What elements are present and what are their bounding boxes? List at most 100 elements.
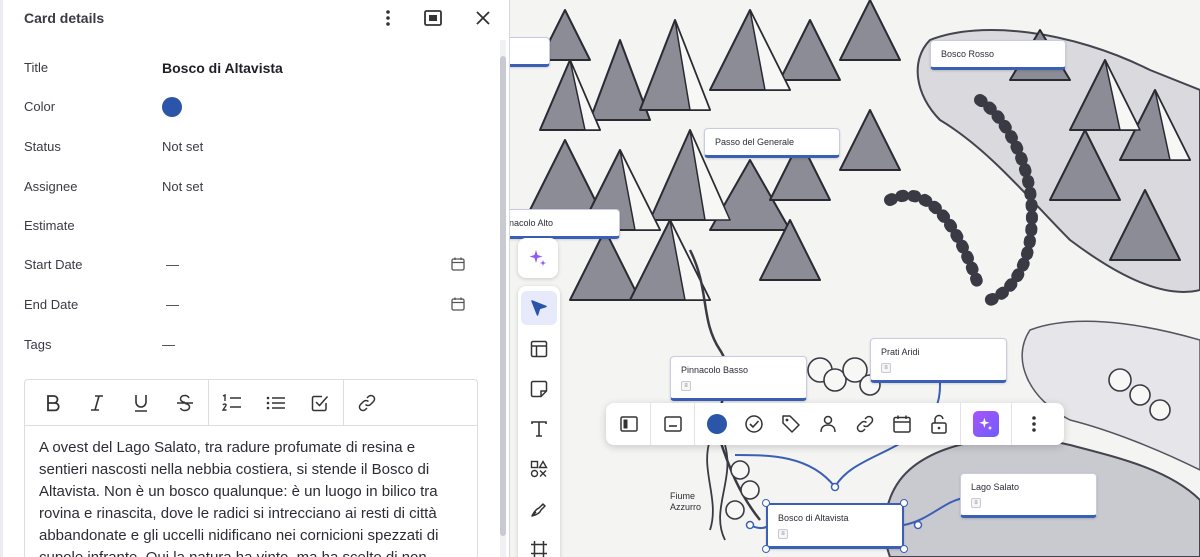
bullet-list-button[interactable] bbox=[254, 385, 298, 421]
close-button[interactable] bbox=[470, 6, 496, 30]
end-date-row[interactable]: End Date — bbox=[24, 291, 474, 319]
card-title: Lago Salato bbox=[971, 482, 1020, 492]
frame-tool[interactable] bbox=[521, 532, 557, 557]
description-text[interactable]: A ovest del Lago Salato, tra radure prof… bbox=[25, 426, 477, 557]
toolbar-divider bbox=[650, 403, 651, 445]
calendar-icon[interactable] bbox=[450, 296, 466, 312]
card-details-panel: Card details Title Bosco di Altavista Co… bbox=[0, 0, 510, 557]
person-icon bbox=[819, 415, 836, 433]
fantasy-map bbox=[529, 0, 1200, 557]
shapes-icon bbox=[530, 460, 548, 478]
tag-button[interactable] bbox=[772, 406, 809, 442]
lock-button[interactable] bbox=[920, 406, 957, 442]
shapes-tool[interactable] bbox=[521, 452, 557, 486]
estimate-row[interactable]: Estimate bbox=[24, 212, 474, 240]
color-swatch[interactable] bbox=[162, 97, 182, 117]
map-card-pinnacolo-basso[interactable]: Pinnacolo Basso ≡ bbox=[670, 356, 807, 401]
panel-title: Card details bbox=[24, 10, 105, 26]
description-icon: ≡ bbox=[778, 529, 788, 539]
sticky-note-tool[interactable] bbox=[521, 372, 557, 406]
title-row[interactable]: Title Bosco di Altavista bbox=[24, 54, 474, 82]
status-row[interactable]: Status Not set bbox=[24, 133, 474, 161]
sparkle-icon bbox=[979, 417, 993, 431]
ai-assistant-button[interactable] bbox=[518, 238, 558, 278]
select-tool[interactable] bbox=[521, 291, 557, 325]
pen-tool[interactable] bbox=[521, 492, 557, 526]
numbered-list-icon bbox=[222, 393, 241, 411]
tool-sidebar bbox=[518, 286, 560, 557]
cursor-arrow-icon bbox=[531, 300, 547, 316]
assignee-value[interactable]: Not set bbox=[162, 179, 203, 194]
map-card-bosco-rosso[interactable]: Bosco Rosso bbox=[930, 40, 1066, 70]
map-card-partial[interactable] bbox=[510, 37, 550, 67]
assignee-row[interactable]: Assignee Not set bbox=[24, 173, 474, 201]
bold-button[interactable] bbox=[31, 385, 75, 421]
italic-icon bbox=[91, 394, 103, 411]
text-tool[interactable] bbox=[521, 412, 557, 446]
map-card-lago-salato[interactable]: Lago Salato ≡ bbox=[960, 473, 1097, 518]
status-value[interactable]: Not set bbox=[162, 139, 203, 154]
description-editor[interactable]: A ovest del Lago Salato, tra radure prof… bbox=[24, 379, 478, 557]
estimate-label: Estimate bbox=[24, 218, 75, 233]
status-button[interactable] bbox=[735, 406, 772, 442]
calendar-icon[interactable] bbox=[450, 256, 466, 272]
card-title: nacolo Alto bbox=[510, 218, 554, 228]
numbered-list-button[interactable] bbox=[210, 385, 254, 421]
card-title: Bosco Rosso bbox=[941, 49, 995, 59]
unlock-icon bbox=[930, 414, 947, 434]
checklist-button[interactable] bbox=[298, 385, 342, 421]
more-options-button[interactable] bbox=[375, 6, 401, 30]
resize-handle[interactable] bbox=[762, 499, 770, 507]
end-date-value[interactable]: — bbox=[166, 297, 179, 312]
panel-view-icon bbox=[424, 10, 442, 26]
color-picker-button[interactable] bbox=[698, 406, 735, 442]
toggle-view-button[interactable] bbox=[420, 6, 446, 30]
map-card-prati-aridi[interactable]: Prati Aridi ≡ bbox=[870, 338, 1007, 383]
sparkle-icon bbox=[529, 250, 546, 266]
end-date-label: End Date bbox=[24, 297, 79, 312]
resize-handle[interactable] bbox=[900, 545, 908, 553]
map-card-passo-del-generale[interactable]: Passo del Generale bbox=[704, 128, 840, 158]
color-dot-icon bbox=[706, 414, 727, 434]
bullet-list-icon bbox=[266, 396, 285, 409]
more-options-button[interactable] bbox=[1015, 406, 1052, 442]
start-date-row[interactable]: Start Date — bbox=[24, 251, 474, 279]
link-icon bbox=[856, 415, 873, 433]
river-label-line1: Fiume bbox=[670, 491, 696, 501]
toolbar-divider bbox=[208, 379, 209, 426]
date-button[interactable] bbox=[883, 406, 920, 442]
resize-handle[interactable] bbox=[762, 545, 770, 553]
panel-scrollbar-thumb[interactable] bbox=[500, 56, 506, 536]
italic-button[interactable] bbox=[75, 385, 119, 421]
underline-button[interactable] bbox=[119, 385, 163, 421]
tags-label: Tags bbox=[24, 337, 52, 352]
map-canvas[interactable]: Bosco Rosso Passo del Generale nacolo Al… bbox=[510, 0, 1200, 557]
calendar-icon bbox=[892, 415, 911, 433]
tags-row[interactable]: Tags — bbox=[24, 331, 474, 359]
resize-handle[interactable] bbox=[900, 499, 908, 507]
open-card-button[interactable] bbox=[610, 406, 647, 442]
start-date-value[interactable]: — bbox=[166, 257, 179, 272]
strikethrough-icon bbox=[177, 394, 193, 411]
map-card-pinnacolo-alto[interactable]: nacolo Alto bbox=[510, 209, 620, 239]
toolbar-divider bbox=[960, 403, 961, 445]
title-value[interactable]: Bosco di Altavista bbox=[162, 60, 283, 76]
layout-tool[interactable] bbox=[521, 332, 557, 366]
editor-toolbar bbox=[25, 379, 477, 426]
ai-actions-button[interactable] bbox=[964, 406, 1008, 442]
assignee-label: Assignee bbox=[24, 179, 78, 194]
ai-badge bbox=[973, 411, 999, 437]
assignee-button[interactable] bbox=[809, 406, 846, 442]
checkbox-icon bbox=[311, 395, 329, 411]
river-label-line2: Azzurro bbox=[670, 502, 702, 512]
tags-value[interactable]: — bbox=[162, 337, 175, 352]
strikethrough-button[interactable] bbox=[163, 385, 207, 421]
map-card-bosco-di-altavista[interactable]: Bosco di Altavista ≡ bbox=[766, 503, 904, 549]
side-panel-icon bbox=[619, 416, 638, 432]
link-button[interactable] bbox=[846, 406, 883, 442]
card-layout-button[interactable] bbox=[654, 406, 691, 442]
color-row[interactable]: Color bbox=[24, 93, 474, 121]
tag-icon bbox=[781, 415, 800, 433]
check-circle-icon bbox=[744, 415, 763, 433]
insert-link-button[interactable] bbox=[345, 385, 389, 421]
